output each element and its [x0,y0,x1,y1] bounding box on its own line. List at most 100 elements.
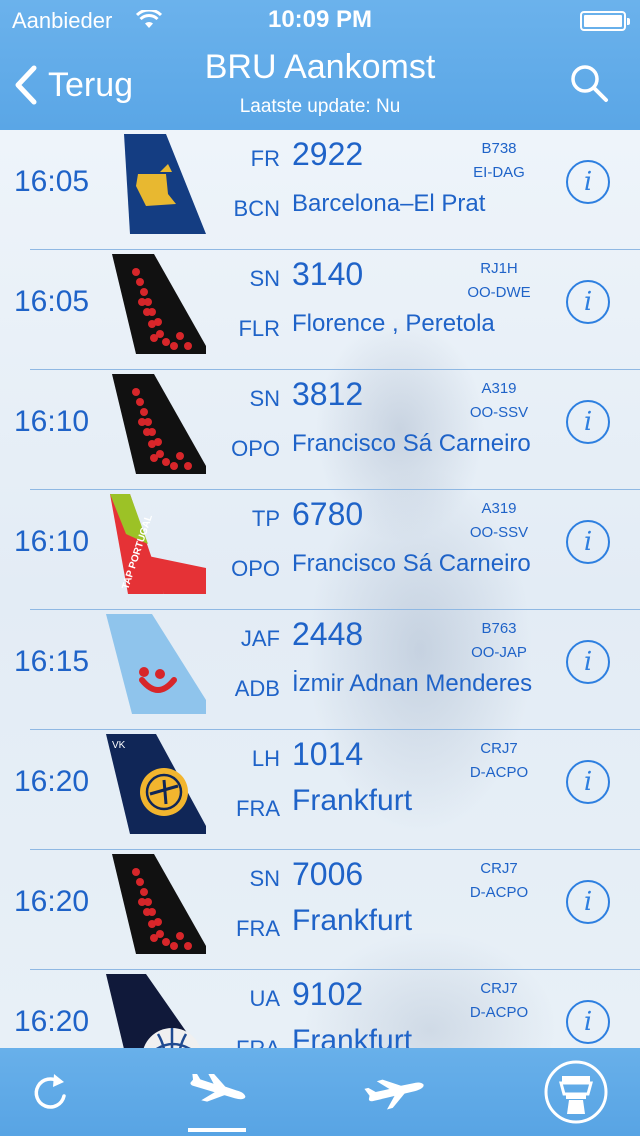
info-button[interactable]: i [566,640,610,684]
airline-tail-logo [106,254,206,354]
aircraft-registration: OO-DWE [467,284,531,301]
lufthansa-tail-text: VK [112,740,126,751]
arrival-time: 16:10 [14,405,90,438]
aircraft-registration: D-ACPO [469,764,529,781]
origin-city: Frankfurt [292,784,413,817]
status-bar: Aanbieder 10:09 PM [0,0,640,40]
flight-number: 2448 [292,616,364,652]
tab-refresh[interactable] [20,1048,80,1136]
status-clock: 10:09 PM [267,6,373,33]
airline-tail-logo [106,134,206,234]
arrival-time: 16:10 [14,525,90,558]
flight-number: 7006 [292,856,364,892]
info-icon: i [583,647,593,677]
aircraft-registration: D-ACPO [469,884,529,901]
search-icon[interactable] [568,62,610,104]
selected-tab-indicator [188,1128,246,1132]
info-button[interactable]: i [566,520,610,564]
flight-number: 3140 [292,256,364,292]
info-icon: i [583,1007,593,1037]
arrival-time: 16:05 [14,285,90,318]
origin-code: FRA [236,916,280,941]
airline-code: SN [249,386,280,411]
origin-code: OPO [231,556,280,581]
page-title: BRU Aankomst [204,48,436,86]
airline-tail-logo: VK [106,734,206,834]
tab-departures[interactable] [360,1048,434,1136]
info-button[interactable]: i [566,400,610,444]
airline-code: JAF [240,626,280,651]
navigation-bar: Aanbieder 10:09 PM Terug BRU Aankomst La… [0,0,640,130]
aircraft-registration: D-ACPO [469,1004,529,1021]
origin-city: Frankfurt [292,1024,413,1048]
tab-control-tower[interactable] [540,1048,612,1136]
airline-tail-logo [106,614,206,714]
origin-code: BCN [233,196,280,221]
arrivals-list: 16:05 FR BCN 2922 Barcelona–El Prat B738… [0,130,640,1048]
airline-code: UA [249,986,280,1011]
flight-row[interactable]: 16:05 SN FLR 3140 Florence , Peretola RJ… [0,250,640,370]
aircraft-type: A319 [481,380,517,397]
aircraft-type: B763 [481,620,517,637]
arrival-time: 16:20 [14,765,90,798]
airline-tail-logo: TAP PORTUGAL [106,494,206,594]
aircraft-type: B738 [481,140,517,157]
flight-row[interactable]: 16:20 VK LH FRA 1014 Frankfurt CRJ7 D-AC… [0,730,640,850]
airline-tail-logo [106,854,206,954]
arrival-time: 16:20 [14,1005,90,1038]
origin-code: FRA [210,1036,280,1048]
flight-number: 6780 [292,496,364,532]
battery-icon [580,11,630,31]
arrivals-icon [190,1074,246,1102]
origin-city: İzmir Adnan Menderes [292,670,533,697]
info-icon: i [583,407,593,437]
aircraft-type: CRJ7 [480,860,518,877]
info-button[interactable]: i [566,760,610,804]
flight-number: 1014 [292,736,364,772]
origin-code: FLR [238,316,280,341]
tab-bar [0,1048,640,1136]
flight-row[interactable]: 16:15 JAF ADB 2448 İzmir Adnan Menderes … [0,610,640,730]
last-update-label: Laatste update: Nu [239,96,401,117]
flight-number: 2922 [292,136,364,172]
origin-city: Barcelona–El Prat [292,190,486,217]
airline-code: TP [251,506,280,531]
info-button[interactable]: i [566,1000,610,1044]
airline-code: SN [249,266,280,291]
origin-city: Francisco Sá Carneiro [292,550,531,577]
origin-code: FRA [236,796,280,821]
flight-row[interactable]: 16:05 FR BCN 2922 Barcelona–El Prat B738… [0,130,640,250]
info-icon: i [583,887,593,917]
arrival-time: 16:15 [14,645,90,678]
arrival-time: 16:05 [14,165,90,198]
info-icon: i [583,287,593,317]
aircraft-registration: OO-JAP [471,644,527,661]
tab-arrivals[interactable] [180,1048,254,1136]
info-button[interactable]: i [566,160,610,204]
flight-row[interactable]: 16:20 SN FRA 7006 Frankfurt CRJ7 D-ACPO … [0,850,640,970]
aircraft-registration: OO-SSV [469,524,529,541]
flight-row[interactable]: 16:10 TAP PORTUGAL TP OPO 6780 Francisco… [0,490,640,610]
flight-number: 3812 [292,376,364,412]
airline-code: FR [250,146,280,171]
flight-row[interactable]: 16:10 SN OPO 3812 Francisco Sá Carneiro … [0,370,640,490]
aircraft-registration: OO-SSV [469,404,529,421]
airline-code: SN [249,866,280,891]
control-tower-icon [544,1060,608,1124]
aircraft-type: RJ1H [480,260,518,277]
aircraft-registration: EI-DAG [473,164,525,181]
airline-tail-logo [106,974,206,1048]
aircraft-type: A319 [481,500,517,517]
aircraft-type: CRJ7 [480,740,518,757]
origin-code: ADB [234,676,280,701]
origin-city: Francisco Sá Carneiro [292,430,531,457]
info-button[interactable]: i [566,880,610,924]
origin-city: Florence , Peretola [292,310,495,337]
refresh-icon [34,1074,66,1109]
origin-code: OPO [231,436,280,461]
info-button[interactable]: i [566,280,610,324]
departures-icon [364,1079,424,1110]
flight-number: 9102 [292,976,364,1012]
flight-row[interactable]: 16:20 UA FRA 9102 Frankfurt CRJ7 D-ACPO … [0,970,640,1048]
arrival-time: 16:20 [14,885,90,918]
